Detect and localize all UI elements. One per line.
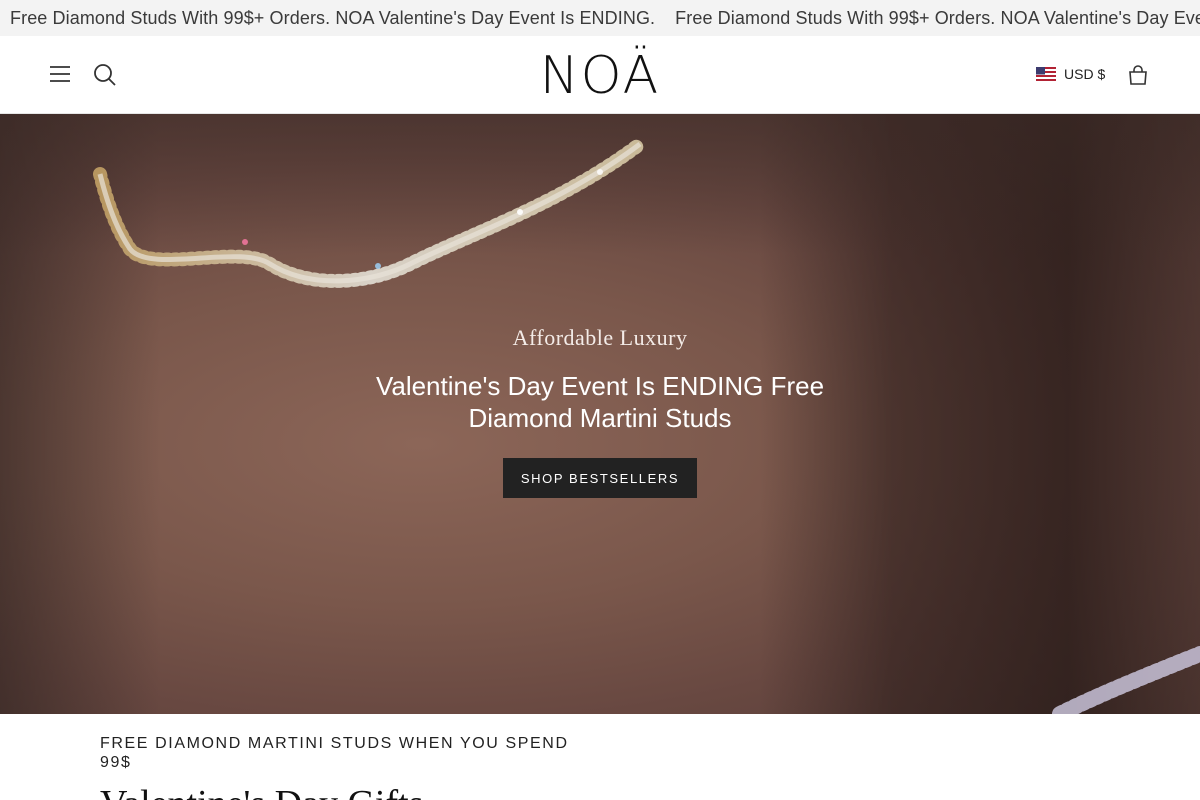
announcement-message[interactable]: Free Diamond Studs With 99$+ Orders. NOA…	[10, 8, 655, 28]
cart-button[interactable]	[1124, 60, 1152, 90]
announcement-message[interactable]: Free Diamond Studs With 99$+ Orders. NOA…	[675, 8, 1200, 28]
menu-icon	[50, 66, 70, 82]
section-title: Valentine's Day Gifts	[100, 782, 700, 800]
search-button[interactable]	[90, 60, 120, 90]
search-icon	[94, 64, 116, 86]
hero-subtitle: Affordable Luxury	[512, 325, 688, 350]
currency-selector[interactable]: USD $	[1036, 64, 1105, 84]
announcement-track: Free Diamond Studs With 99$+ Orders. NOA…	[10, 8, 1200, 28]
shop-bestsellers-button[interactable]: SHOP BESTSELLERS	[502, 458, 698, 498]
site-header: NOÄ USD $	[0, 36, 1200, 114]
hero-content: Affordable Luxury Valentine's Day Event …	[300, 324, 900, 498]
promo-text: FREE DIAMOND MARTINI STUDS WHEN YOU SPEN…	[100, 735, 569, 771]
menu-button[interactable]	[46, 60, 74, 88]
brand-logo[interactable]: NOÄ	[530, 46, 670, 106]
hero-title: Valentine's Day Event Is ENDING Free Dia…	[375, 371, 825, 433]
us-flag-icon	[1036, 67, 1056, 81]
logo-text: NOÄ	[539, 46, 661, 106]
announcement-bar: Free Diamond Studs With 99$+ Orders. NOA…	[0, 0, 1200, 36]
cart-icon	[1129, 65, 1147, 85]
hero-banner: Affordable Luxury Valentine's Day Event …	[0, 114, 1200, 714]
currency-label: USD $	[1064, 66, 1106, 82]
